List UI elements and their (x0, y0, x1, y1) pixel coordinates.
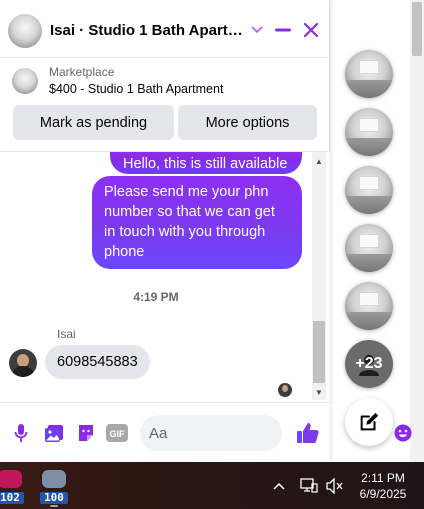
message-composer: GIF (0, 402, 412, 462)
mark-as-pending-button[interactable]: Mark as pending (13, 105, 174, 140)
marketplace-listing: Marketplace $400 - Studio 1 Bath Apartme… (0, 58, 330, 152)
message-scrollbar-thumb[interactable] (313, 321, 325, 383)
emoji-icon[interactable] (394, 424, 412, 442)
sender-name: Isai (57, 327, 76, 341)
listing-thumbnail[interactable] (12, 68, 38, 94)
taskbar-app-2-icon (42, 470, 66, 488)
listing-title[interactable]: $400 - Studio 1 Bath Apartment (49, 82, 223, 96)
sticker-icon[interactable] (75, 422, 97, 444)
page-scrollbar[interactable] (410, 0, 424, 462)
sender-avatar[interactable] (9, 349, 37, 377)
message-input-box[interactable] (140, 415, 412, 451)
volume-muted-icon[interactable] (326, 477, 344, 495)
network-icon[interactable] (300, 477, 318, 495)
incoming-message[interactable]: 6098545883 (45, 345, 150, 379)
minimize-icon[interactable] (273, 20, 293, 40)
message-timestamp: 4:19 PM (133, 290, 179, 304)
system-clock[interactable]: 2:11 PM 6/9/2025 (350, 470, 416, 502)
chat-head-2[interactable] (345, 108, 393, 156)
photo-icon[interactable] (43, 422, 65, 444)
chat-window: Isai · Studio 1 Bath Apartm... Marketpla… (0, 0, 412, 462)
more-chats-count: +23 (355, 355, 383, 372)
more-chats-button[interactable]: +23 (345, 340, 393, 388)
outgoing-message[interactable]: Please send me your phn number so that w… (92, 176, 302, 269)
microphone-icon[interactable] (10, 422, 32, 444)
close-icon[interactable] (301, 20, 321, 40)
taskbar-app-2-label: 100 (40, 492, 68, 504)
scroll-up-arrow-icon[interactable]: ▲ (313, 156, 325, 166)
taskbar-app-1-icon (0, 470, 22, 488)
more-options-button[interactable]: More options (178, 105, 317, 140)
taskbar-app-2[interactable]: 100 (40, 470, 68, 507)
message-input[interactable] (149, 423, 249, 443)
taskbar-app-1[interactable]: 102 (0, 470, 24, 504)
taskbar-app-1-label: 102 (0, 492, 24, 504)
gif-icon[interactable]: GIF (106, 422, 128, 444)
new-message-icon (360, 412, 379, 431)
thumbs-up-icon[interactable] (295, 420, 321, 446)
chevron-down-icon[interactable] (247, 20, 267, 40)
clock-date: 6/9/2025 (359, 487, 407, 501)
scroll-down-arrow-icon[interactable]: ▼ (313, 387, 325, 397)
message-list: Hello, this is still available Please se… (0, 152, 330, 402)
chat-head-3[interactable] (345, 166, 393, 214)
chat-head-5[interactable] (345, 282, 393, 330)
windows-taskbar: 102 100 2:11 PM 6/9/2025 (0, 462, 424, 509)
seen-indicator-avatar (278, 383, 292, 397)
outgoing-message[interactable]: Hello, this is still available (110, 152, 302, 174)
svg-text:GIF: GIF (110, 429, 126, 439)
chat-header: Isai · Studio 1 Bath Apartm... (0, 0, 330, 58)
listing-category: Marketplace (49, 65, 115, 79)
chat-head-4[interactable] (345, 224, 393, 272)
clock-time: 2:11 PM (361, 471, 405, 485)
conversation-avatar[interactable] (8, 14, 42, 48)
chevron-up-icon[interactable] (270, 477, 288, 495)
running-indicator (50, 505, 58, 507)
chat-head-1[interactable] (345, 50, 393, 98)
page-scrollbar-thumb[interactable] (412, 2, 422, 56)
new-message-button[interactable] (345, 398, 393, 446)
conversation-title[interactable]: Isai · Studio 1 Bath Apartm... (50, 22, 245, 39)
